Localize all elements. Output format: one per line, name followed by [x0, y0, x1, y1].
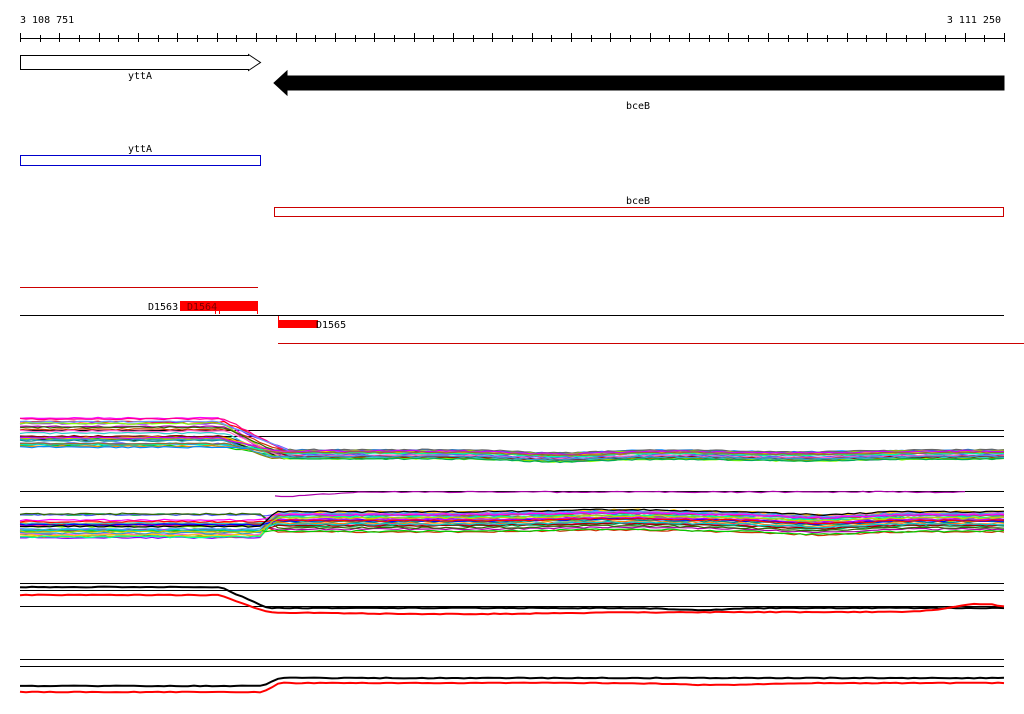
summary-series-red	[19, 593, 1005, 616]
ruler-start-label: 3 108 751	[20, 15, 74, 26]
genome-browser-view: 3 108 751 3 111 250 yttA bceB yttA bceB …	[19, 15, 1024, 694]
segment-label-D1563: D1563	[148, 302, 178, 313]
cds-box-bceB[interactable]	[274, 207, 1004, 217]
expression-panel-multi-forward	[19, 416, 1005, 464]
gene-label-yttA: yttA	[128, 71, 152, 82]
gene-arrow-bceB[interactable]	[273, 69, 1005, 97]
segment-label-D1564: D1564	[187, 302, 217, 313]
cds-track: yttA bceB	[20, 144, 1004, 217]
expression-panel-summary-reverse	[19, 659, 1005, 694]
expression-panel-multi-reverse	[19, 490, 1005, 540]
expression-series	[274, 490, 966, 498]
segment-block-D1565[interactable]	[278, 320, 318, 328]
summary-series-red	[19, 681, 1005, 694]
ruler-ticks	[20, 33, 1005, 42]
coordinate-ruler: 3 108 751 3 111 250	[20, 15, 1005, 42]
gene-track: yttA bceB	[20, 53, 1005, 112]
cds-label-bceB: bceB	[626, 196, 650, 207]
cds-box-yttA[interactable]	[20, 155, 261, 166]
ruler-end-label: 3 111 250	[947, 15, 1001, 26]
gene-label-bceB: bceB	[626, 101, 650, 112]
segment-label-D1565: D1565	[316, 320, 346, 331]
expression-panel-summary-forward	[19, 583, 1005, 616]
segment-track: D1563 D1564 D1565	[20, 287, 1024, 344]
cds-label-yttA: yttA	[128, 144, 152, 155]
gene-arrow-yttA[interactable]	[20, 53, 262, 72]
